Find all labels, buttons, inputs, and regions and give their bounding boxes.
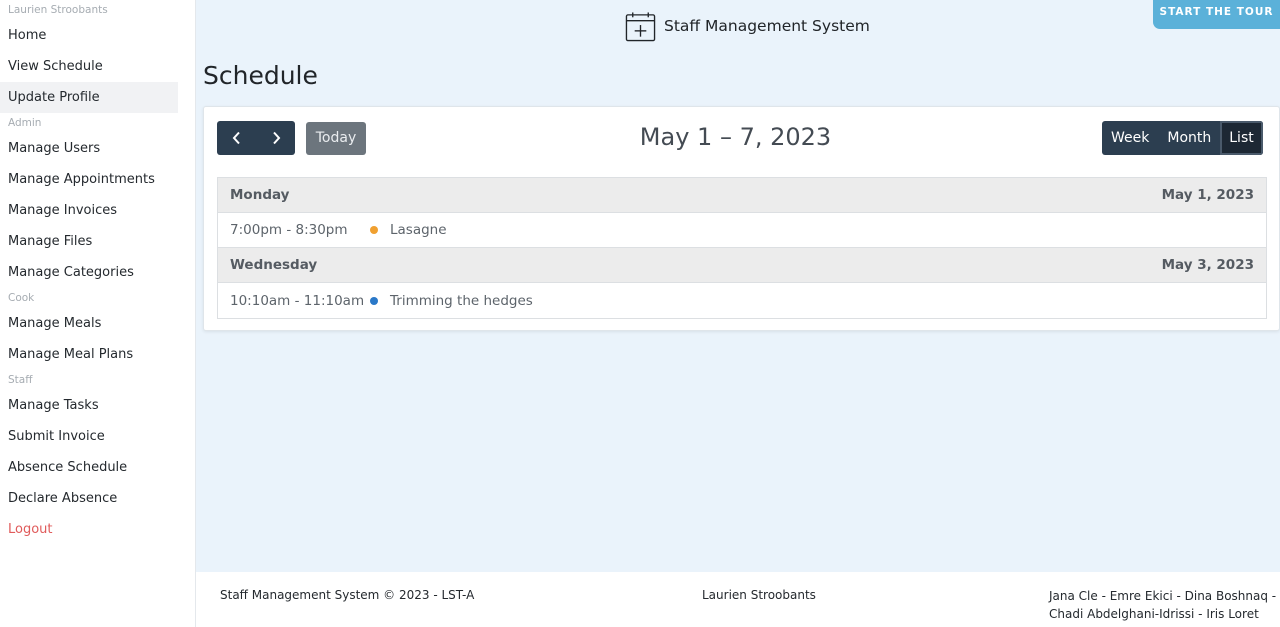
sidebar-item-update-profile[interactable]: Update Profile — [0, 82, 178, 113]
day-header-row: Wednesday May 3, 2023 — [218, 248, 1266, 283]
brand-title: Staff Management System — [664, 17, 870, 35]
view-week-button[interactable]: Week — [1102, 121, 1158, 155]
sidebar-section-admin: Admin — [8, 117, 42, 129]
event-time: 10:10am - 11:10am — [230, 292, 365, 309]
sidebar-user-name: Laurien Stroobants — [8, 4, 108, 16]
sidebar-item-manage-invoices[interactable]: Manage Invoices — [0, 195, 178, 226]
day-header-row: Monday May 1, 2023 — [218, 178, 1266, 213]
event-row[interactable]: 10:10am - 11:10am Trimming the hedges — [218, 283, 1266, 318]
sidebar-item-logout[interactable]: Logout — [0, 514, 178, 545]
sidebar-item-home[interactable]: Home — [0, 20, 178, 51]
start-tour-button[interactable]: START THE TOUR — [1153, 0, 1280, 29]
brand[interactable]: Staff Management System — [625, 10, 870, 42]
footer-credits-line: Chadi Abdelghani-Idrissi - Iris Loret — [1049, 607, 1259, 621]
sidebar-item-manage-users[interactable]: Manage Users — [0, 133, 178, 164]
event-dot-icon — [370, 296, 378, 305]
sidebar-item-manage-appointments[interactable]: Manage Appointments — [0, 164, 178, 195]
sidebar-item-submit-invoice[interactable]: Submit Invoice — [0, 421, 178, 452]
day-weekday[interactable]: Monday — [230, 187, 289, 203]
footer: Staff Management System © 2023 - LST-A L… — [196, 572, 1280, 627]
sidebar-item-manage-files[interactable]: Manage Files — [0, 226, 178, 257]
footer-credits-line: Jana Cle - Emre Ekici - Dina Boshnaq - — [1049, 589, 1277, 603]
view-month-button[interactable]: Month — [1158, 121, 1220, 155]
schedule-list: Monday May 1, 2023 7:00pm - 8:30pm Lasag… — [217, 177, 1267, 319]
sidebar-item-manage-tasks[interactable]: Manage Tasks — [0, 390, 178, 421]
view-switcher: Week Month List — [1102, 121, 1263, 155]
sidebar-section-staff: Staff — [8, 374, 33, 386]
sidebar-item-manage-meal-plans[interactable]: Manage Meal Plans — [0, 339, 178, 370]
sidebar-item-manage-meals[interactable]: Manage Meals — [0, 308, 178, 339]
day-weekday[interactable]: Wednesday — [230, 257, 317, 273]
day-date[interactable]: May 1, 2023 — [1162, 187, 1254, 203]
event-title[interactable]: Lasagne — [390, 222, 447, 238]
sidebar-item-absence-schedule[interactable]: Absence Schedule — [0, 452, 178, 483]
page-title: Schedule — [203, 61, 318, 90]
event-row[interactable]: 7:00pm - 8:30pm Lasagne — [218, 213, 1266, 248]
sidebar-item-manage-categories[interactable]: Manage Categories — [0, 257, 178, 288]
sidebar: Laurien Stroobants Home View Schedule Up… — [0, 0, 196, 627]
calendar-plus-icon — [625, 11, 656, 41]
footer-copyright: Staff Management System © 2023 - LST-A — [220, 588, 475, 602]
sidebar-section-cook: Cook — [8, 292, 35, 304]
event-dot-icon — [370, 226, 378, 234]
view-list-button[interactable]: List — [1220, 121, 1263, 155]
footer-user-name: Laurien Stroobants — [702, 588, 816, 602]
sidebar-item-view-schedule[interactable]: View Schedule — [0, 51, 178, 82]
footer-credits: Jana Cle - Emre Ekici - Dina Boshnaq - C… — [1049, 587, 1276, 623]
event-time: 7:00pm - 8:30pm — [230, 222, 348, 238]
day-date[interactable]: May 3, 2023 — [1162, 257, 1254, 273]
event-title[interactable]: Trimming the hedges — [390, 293, 533, 309]
sidebar-item-declare-absence[interactable]: Declare Absence — [0, 483, 178, 514]
calendar-card: Today May 1 – 7, 2023 Week Month List Mo… — [203, 106, 1280, 331]
